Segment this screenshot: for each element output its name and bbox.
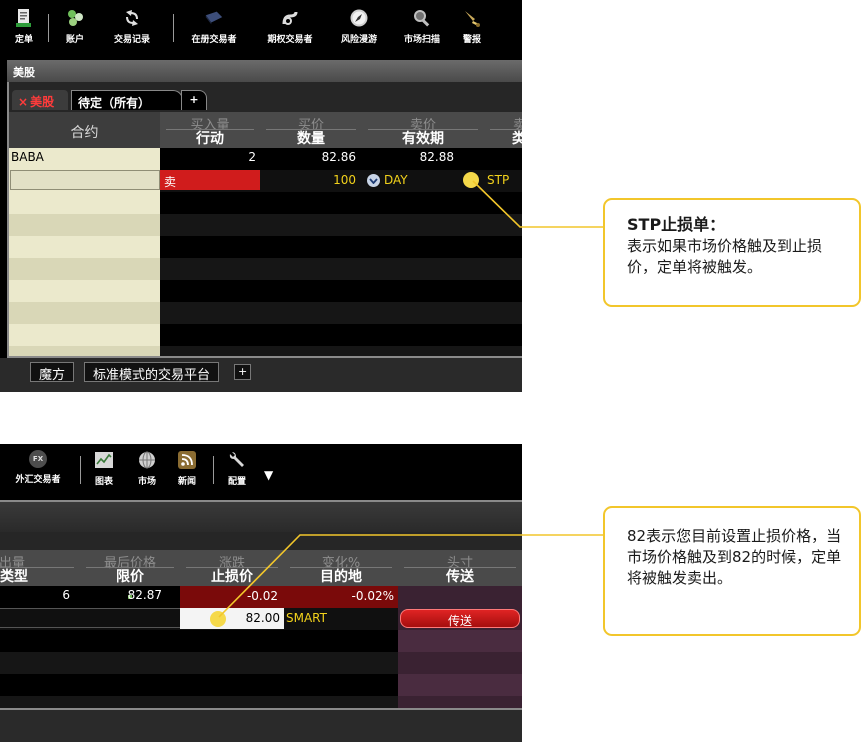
callout-text: 82表示您目前设置止损价格，当市场价格触及到82的时候，定单将被触发卖出。: [627, 527, 842, 587]
callout2-connector: [218, 534, 604, 618]
callout-stop-price: 82表示您目前设置止损价格，当市场价格触及到82的时候，定单将被触发卖出。: [603, 506, 861, 636]
callout-title: STP止损单：: [627, 215, 726, 234]
callout-stp-order: STP止损单： 表示如果市场价格触及到止损价，定单将被触发。: [603, 198, 861, 307]
callout-text: 表示如果市场价格触及到止损价，定单将被触发。: [627, 237, 823, 276]
callout1-connector: [472, 180, 604, 228]
